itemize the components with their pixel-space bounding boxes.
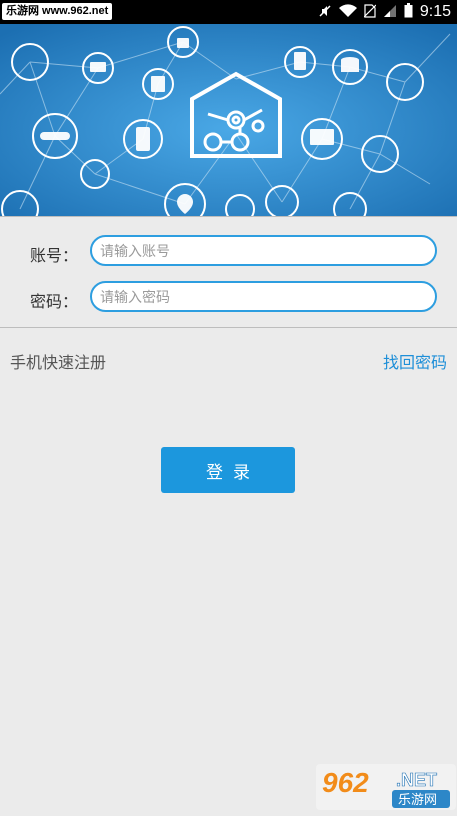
watermark-badge: 乐游网 www.962.net	[2, 3, 113, 20]
banner-illustration	[0, 24, 457, 216]
watermark-suffix: .NET	[396, 770, 437, 790]
mute-icon	[318, 3, 332, 22]
smart-home-banner	[0, 24, 457, 216]
status-icons: 9:15	[318, 0, 451, 24]
battery-icon	[404, 2, 413, 22]
forgot-password-link[interactable]: 找回密码	[383, 349, 447, 373]
status-bar: 乐游网 www.962.net 9:15	[0, 0, 457, 24]
login-button[interactable]: 登录	[161, 447, 295, 493]
signal-icon	[383, 3, 397, 22]
password-input[interactable]	[90, 281, 437, 312]
account-input[interactable]	[90, 235, 437, 266]
clock: 9:15	[419, 3, 451, 20]
watermark-number: 962	[322, 767, 369, 798]
account-label: 账号：	[30, 248, 79, 265]
watermark-site: 乐游网	[398, 793, 437, 808]
banner-divider	[0, 216, 457, 217]
no-sim-icon	[363, 3, 377, 22]
wifi-icon	[338, 3, 357, 22]
form-divider	[0, 327, 457, 328]
password-label: 密码：	[30, 294, 79, 311]
quick-register-link[interactable]: 手机快速注册	[10, 349, 106, 373]
site-watermark: 962 .NET 乐游网	[316, 760, 456, 812]
